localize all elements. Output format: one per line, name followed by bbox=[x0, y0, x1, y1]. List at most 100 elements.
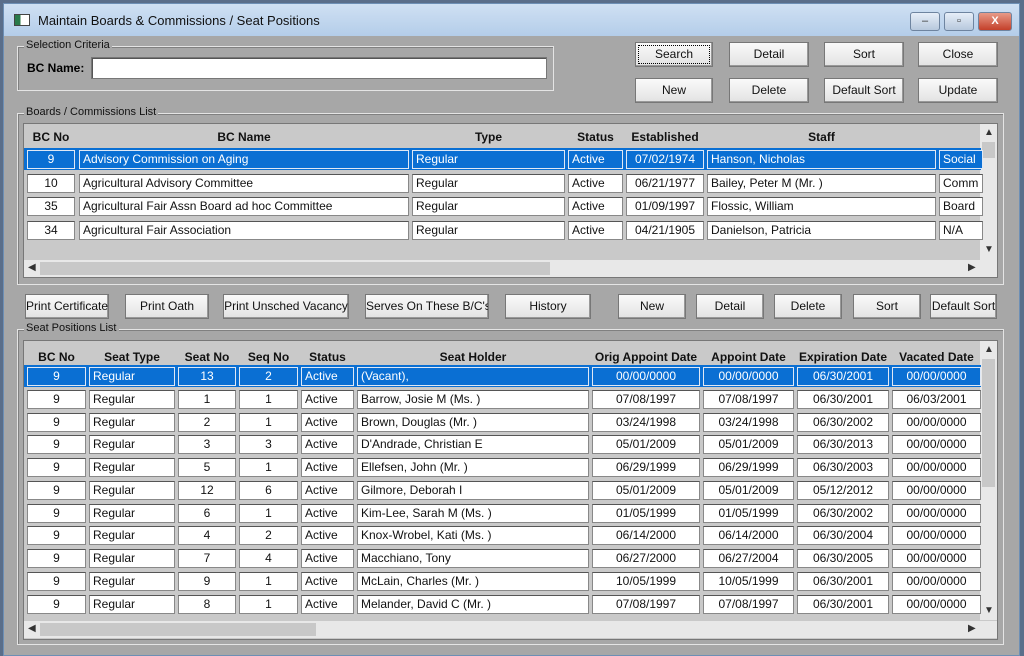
table-cell[interactable]: 07/08/1997 bbox=[703, 594, 794, 614]
table-cell[interactable]: Ellefsen, John (Mr. ) bbox=[357, 458, 589, 477]
table-cell[interactable]: Gilmore, Deborah I bbox=[357, 480, 589, 500]
table-cell[interactable]: Agricultural Fair Assn Board ad hoc Comm… bbox=[79, 197, 409, 217]
table-cell[interactable]: Hanson, Nicholas bbox=[707, 150, 936, 169]
table-cell[interactable]: 05/01/2009 bbox=[592, 480, 700, 500]
serves-on-these-button[interactable]: Serves On These B/C's bbox=[365, 294, 489, 319]
table-cell[interactable]: Regular bbox=[412, 173, 565, 193]
table-cell[interactable]: 10/05/1999 bbox=[592, 571, 700, 591]
table-cell[interactable]: 9 bbox=[27, 367, 86, 386]
table-cell[interactable]: 34 bbox=[27, 220, 75, 240]
table-cell[interactable]: 07/02/1974 bbox=[626, 150, 704, 169]
table-cell[interactable]: 3 bbox=[239, 435, 298, 455]
table-cell[interactable]: Regular bbox=[89, 526, 175, 546]
seat-default-sort-button[interactable]: Default Sort bbox=[930, 294, 997, 319]
column-header[interactable]: Established bbox=[626, 130, 704, 144]
table-row[interactable]: 9 Regular 2 1 Active Brown, Douglas (Mr. ) 03/… bbox=[24, 411, 981, 433]
table-cell[interactable]: Kim-Lee, Sarah M (Ms. ) bbox=[357, 503, 589, 523]
table-cell[interactable]: 9 bbox=[27, 435, 86, 455]
column-header[interactable]: Type bbox=[412, 130, 565, 144]
table-cell[interactable]: 7 bbox=[178, 549, 236, 568]
table-cell[interactable]: 00/00/0000 bbox=[592, 367, 700, 386]
table-cell[interactable]: 00/00/0000 bbox=[892, 571, 981, 591]
table-cell[interactable]: Active bbox=[301, 412, 354, 432]
column-header[interactable]: Staff bbox=[707, 130, 936, 144]
table-cell[interactable]: 35 bbox=[27, 197, 75, 217]
seats-grid[interactable]: ▲ ▼ ◀ ▶ BC No Seat Type Seat No Seq No Statu… bbox=[23, 340, 998, 640]
table-cell[interactable]: 6 bbox=[178, 503, 236, 523]
table-cell[interactable]: 06/29/1999 bbox=[592, 458, 700, 477]
seat-delete-button[interactable]: Delete bbox=[774, 294, 842, 319]
table-row[interactable]: 9 Regular 3 3 Active D'Andrade, Christian E 05… bbox=[24, 433, 981, 455]
seat-detail-button[interactable]: Detail bbox=[696, 294, 764, 319]
table-cell[interactable]: 9 bbox=[178, 571, 236, 591]
table-cell[interactable]: 9 bbox=[27, 526, 86, 546]
table-cell[interactable]: Active bbox=[301, 571, 354, 591]
table-row[interactable]: 9 Advisory Commission on Aging Regular Acti… bbox=[24, 148, 983, 170]
history-button[interactable]: History bbox=[505, 294, 591, 319]
table-cell[interactable]: 9 bbox=[27, 480, 86, 500]
table-cell[interactable]: 06/30/2005 bbox=[797, 549, 889, 568]
table-cell[interactable]: Social bbox=[939, 150, 983, 169]
table-cell[interactable]: 9 bbox=[27, 412, 86, 432]
table-cell[interactable]: 00/00/0000 bbox=[892, 549, 981, 568]
minimize-button[interactable]: – bbox=[910, 12, 940, 31]
table-cell[interactable]: 07/08/1997 bbox=[703, 389, 794, 409]
scroll-down-icon[interactable]: ▼ bbox=[984, 605, 994, 616]
table-cell[interactable]: 06/14/2000 bbox=[592, 526, 700, 546]
table-cell[interactable]: Regular bbox=[412, 150, 565, 169]
table-cell[interactable]: Brown, Douglas (Mr. ) bbox=[357, 412, 589, 432]
table-cell[interactable]: 8 bbox=[178, 594, 236, 614]
table-row[interactable]: 10 Agricultural Advisory Committee Regular… bbox=[24, 172, 983, 194]
column-header[interactable]: Appoint Date bbox=[703, 350, 794, 364]
table-cell[interactable]: Regular bbox=[89, 389, 175, 409]
table-cell[interactable]: Active bbox=[568, 173, 623, 193]
column-header[interactable]: BC No bbox=[27, 350, 86, 364]
table-cell[interactable]: 05/12/2012 bbox=[797, 480, 889, 500]
close-window-button[interactable]: X bbox=[978, 12, 1012, 31]
table-row[interactable]: 9 Regular 7 4 Active Macchiano, Tony 06/27/200… bbox=[24, 547, 981, 569]
table-cell[interactable]: Regular bbox=[89, 549, 175, 568]
table-cell[interactable]: Active bbox=[568, 150, 623, 169]
table-cell[interactable]: 05/01/2009 bbox=[592, 435, 700, 455]
table-cell[interactable]: 9 bbox=[27, 571, 86, 591]
table-cell[interactable]: 9 bbox=[27, 594, 86, 614]
table-cell[interactable]: 05/01/2009 bbox=[703, 480, 794, 500]
table-cell[interactable]: 12 bbox=[178, 480, 236, 500]
print-certificate-button[interactable]: Print Certificate bbox=[25, 294, 109, 319]
table-cell[interactable]: 00/00/0000 bbox=[892, 367, 981, 386]
bc-name-input[interactable] bbox=[91, 57, 547, 79]
table-cell[interactable]: 07/08/1997 bbox=[592, 594, 700, 614]
sort-button[interactable]: Sort bbox=[824, 42, 904, 67]
table-cell[interactable]: 03/24/1998 bbox=[703, 412, 794, 432]
detail-button[interactable]: Detail bbox=[729, 42, 809, 67]
table-cell[interactable]: 1 bbox=[239, 412, 298, 432]
table-cell[interactable]: 07/08/1997 bbox=[592, 389, 700, 409]
table-cell[interactable]: Active bbox=[301, 458, 354, 477]
table-cell[interactable]: 9 bbox=[27, 150, 75, 169]
new-button[interactable]: New bbox=[635, 78, 713, 103]
table-row[interactable]: 9 Regular 4 2 Active Knox-Wrobel, Kati (Ms. )… bbox=[24, 524, 981, 546]
table-cell[interactable]: 9 bbox=[27, 549, 86, 568]
table-cell[interactable]: 06/30/2003 bbox=[797, 458, 889, 477]
table-cell[interactable]: 5 bbox=[178, 458, 236, 477]
table-row[interactable]: 9 Regular 5 1 Active Ellefsen, John (Mr. ) 06/… bbox=[24, 456, 981, 478]
default-sort-button[interactable]: Default Sort bbox=[824, 78, 904, 103]
table-cell[interactable]: Regular bbox=[412, 220, 565, 240]
table-cell[interactable]: Regular bbox=[89, 367, 175, 386]
table-cell[interactable]: 1 bbox=[239, 458, 298, 477]
seat-sort-button[interactable]: Sort bbox=[853, 294, 921, 319]
table-cell[interactable]: Board bbox=[939, 197, 983, 217]
table-cell[interactable]: 06/03/2001 bbox=[892, 389, 981, 409]
table-cell[interactable]: Danielson, Patricia bbox=[707, 220, 936, 240]
table-cell[interactable]: Macchiano, Tony bbox=[357, 549, 589, 568]
table-row[interactable]: 9 Regular 12 6 Active Gilmore, Deborah I 05/01… bbox=[24, 479, 981, 501]
table-row[interactable]: 9 Regular 8 1 Active Melander, David C (Mr. )… bbox=[24, 593, 981, 615]
column-header[interactable]: Vacated Date bbox=[892, 350, 981, 364]
scroll-right-icon[interactable]: ▶ bbox=[968, 623, 976, 634]
column-header[interactable]: Orig Appoint Date bbox=[592, 350, 700, 364]
table-cell[interactable]: 6 bbox=[239, 480, 298, 500]
boards-grid[interactable]: ▲ ▼ ◀ ▶ BC No BC Name Type Status Establishe… bbox=[23, 123, 998, 278]
table-cell[interactable]: 2 bbox=[239, 526, 298, 546]
table-cell[interactable]: Regular bbox=[89, 503, 175, 523]
table-cell[interactable]: 06/30/2013 bbox=[797, 435, 889, 455]
